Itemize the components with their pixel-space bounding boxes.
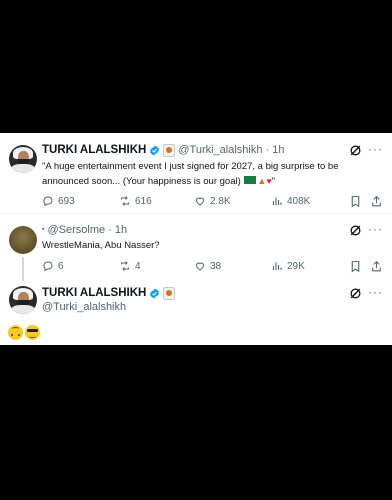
handle[interactable]: @Turki_alalshikh [42, 300, 126, 314]
tweet-text [8, 324, 42, 342]
repost-icon [121, 261, 129, 271]
sunglasses-face-icon [25, 325, 40, 341]
upside-down-face-icon [8, 325, 23, 341]
tweet-reply[interactable]: ▪ @Sersolme · 1h ··· WrestleMania, Abu N… [0, 214, 392, 281]
share-icon[interactable] [370, 260, 383, 273]
more-icon[interactable]: ··· [368, 142, 383, 156]
repost-count: 616 [135, 195, 152, 207]
views-button[interactable]: 29K [271, 260, 305, 272]
repost-icon [121, 196, 129, 206]
tweet-header: TURKI ALALSHIKH @Turki_alalshikh · 1h [42, 143, 284, 157]
like-icon [195, 262, 205, 271]
tweet-text: "A huge entertainment event I just signe… [42, 160, 380, 189]
like-count: 38 [210, 260, 222, 272]
repost-count: 4 [135, 260, 141, 272]
tweet-main[interactable]: TURKI ALALSHIKH @Turki_alalshikh · 1h ··… [0, 133, 392, 213]
bookmark-icon[interactable] [349, 260, 362, 273]
more-icon[interactable]: ··· [368, 222, 383, 236]
handle-time[interactable]: @Sersolme · 1h [47, 223, 127, 237]
reply-count: 6 [58, 260, 64, 272]
display-name[interactable]: TURKI ALALSHIKH [42, 286, 146, 300]
views-button[interactable]: 408K [271, 195, 310, 207]
tweet-actions: 6 4 38 29K [42, 260, 382, 274]
view-count: 408K [287, 195, 311, 207]
more-icon[interactable]: ··· [368, 285, 383, 299]
like-count: 2.8K [210, 195, 231, 207]
tweet-header: ▪ @Sersolme · 1h [42, 223, 127, 237]
reply-icon [43, 261, 53, 272]
saudi-flag-icon [244, 176, 257, 185]
view-count: 29K [287, 260, 305, 272]
affiliate-badge-icon [163, 143, 176, 157]
tweet-header: TURKI ALALSHIKH [42, 286, 176, 300]
bookmark-icon[interactable] [349, 195, 362, 208]
tweet-text: WrestleMania, Abu Nasser? [42, 240, 160, 251]
avatar[interactable] [9, 145, 37, 173]
like-icon [195, 197, 205, 206]
handle-time[interactable]: @Turki_alalshikh · 1h [178, 143, 284, 157]
repost-button[interactable]: 4 [119, 260, 141, 272]
share-icon[interactable] [370, 195, 383, 208]
repost-button[interactable]: 616 [119, 195, 152, 207]
tweet-body-end: " [271, 176, 276, 187]
views-icon [272, 197, 282, 205]
grok-icon[interactable] [349, 224, 362, 237]
reply-count: 693 [58, 195, 75, 207]
avatar[interactable] [9, 286, 37, 314]
like-button[interactable]: 2.8K [194, 195, 231, 207]
grok-icon[interactable] [349, 144, 362, 157]
like-button[interactable]: 38 [194, 260, 221, 272]
reply-icon [43, 196, 53, 207]
affiliate-badge-icon [163, 286, 176, 300]
tweet-subheader: @Turki_alalshikh [42, 300, 126, 314]
verified-badge-icon [150, 287, 160, 299]
reply-button[interactable]: 6 [42, 260, 64, 272]
views-icon [272, 262, 282, 270]
verified-badge-icon [150, 144, 160, 156]
display-name[interactable]: TURKI ALALSHIKH [42, 143, 146, 157]
name-mark: ▪ [42, 226, 45, 233]
reply-button[interactable]: 693 [42, 195, 75, 207]
avatar[interactable] [9, 226, 37, 254]
thread-card: TURKI ALALSHIKH @Turki_alalshikh · 1h ··… [0, 133, 392, 345]
fire-icon: ▲ [257, 176, 267, 186]
grok-icon[interactable] [349, 287, 362, 300]
thread-line [22, 257, 24, 281]
tweet-response[interactable]: TURKI ALALSHIKH @Turki_alalshikh ··· [0, 281, 392, 345]
tweet-actions: 693 616 2.8K 408K [42, 195, 382, 209]
tweet-body: "A huge entertainment event I just signe… [42, 161, 339, 187]
